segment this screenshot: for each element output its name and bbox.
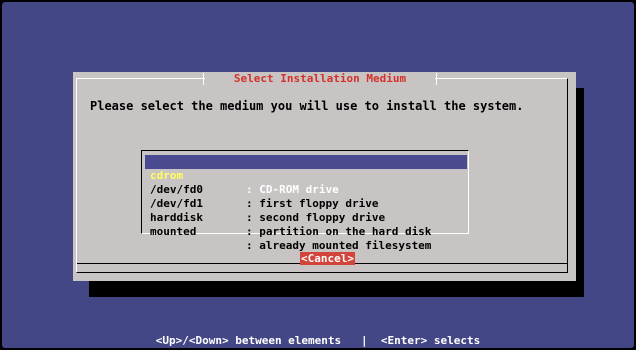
keyboard-hint: <Up>/<Down> between elements | <Enter> s… (155, 334, 481, 347)
medium-menu: cdrom : CD-ROM drive /dev/fd0 : first fl… (141, 150, 469, 252)
dialog-title: Select Installation Medium (205, 72, 435, 85)
title-separator-right (436, 73, 437, 85)
menu-item-harddisk[interactable]: harddisk : partition on the hard disk (145, 197, 467, 238)
menu-item-key: mounted (150, 225, 197, 238)
menu-item-cdrom[interactable]: cdrom : CD-ROM drive (145, 155, 467, 196)
menu-item-mounted[interactable]: mounted : already mounted filesystem (145, 211, 467, 252)
title-separator-left (203, 73, 204, 85)
cancel-button[interactable]: <Cancel> (300, 252, 355, 265)
menu-item-description: : partition on the hard disk (246, 225, 432, 238)
dialog-prompt: Please select the medium you will use to… (90, 99, 524, 113)
medium-menu-list: cdrom : CD-ROM drive /dev/fd0 : first fl… (145, 155, 467, 252)
menu-item-description: : already mounted filesystem (246, 239, 432, 252)
installer-screen: Select Installation Medium Please select… (2, 2, 634, 348)
menu-item-fd0[interactable]: /dev/fd0 : first floppy drive (145, 169, 467, 210)
menu-item-fd1[interactable]: /dev/fd1 : second floppy drive (145, 183, 467, 224)
installation-medium-dialog: Select Installation Medium Please select… (73, 72, 576, 281)
